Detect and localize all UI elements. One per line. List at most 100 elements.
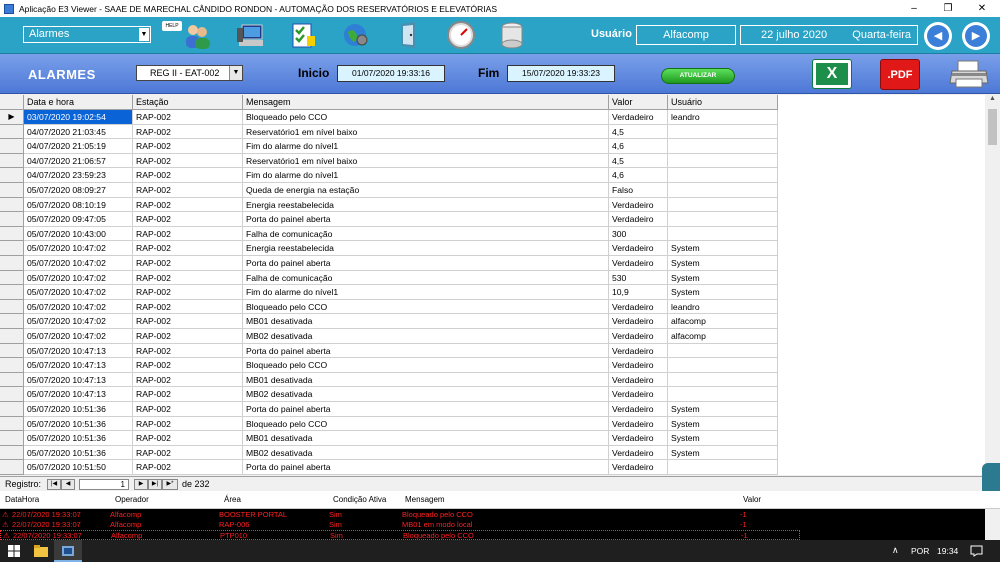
- row-selector[interactable]: [0, 197, 24, 213]
- table-cell[interactable]: 4,6: [609, 139, 668, 154]
- table-row[interactable]: 05/07/2020 10:47:02 RAP-002 Bloqueado pelo…: [0, 299, 778, 315]
- table-cell[interactable]: RAP-002: [133, 139, 243, 154]
- prev-record-button[interactable]: ◀: [61, 479, 75, 490]
- alarm-column-header[interactable]: Mensagem: [405, 495, 445, 504]
- table-cell[interactable]: Fim do alarme do nível1: [243, 168, 609, 183]
- table-cell[interactable]: System: [668, 256, 778, 271]
- row-selector[interactable]: [0, 358, 24, 373]
- forward-button[interactable]: ▶: [962, 22, 990, 50]
- row-selector[interactable]: ▶: [0, 110, 24, 125]
- scroll-up-icon[interactable]: ▲: [985, 95, 1000, 107]
- table-cell[interactable]: [668, 197, 778, 213]
- table-cell[interactable]: 05/07/2020 10:51:50: [24, 460, 133, 475]
- table-cell[interactable]: [668, 139, 778, 154]
- globe-icon[interactable]: [340, 20, 370, 50]
- table-cell[interactable]: [668, 212, 778, 227]
- row-selector[interactable]: [0, 226, 24, 242]
- table-cell[interactable]: RAP-002: [133, 299, 243, 315]
- table-cell[interactable]: RAP-002: [133, 212, 243, 227]
- minimize-button[interactable]: –: [896, 0, 932, 17]
- table-cell[interactable]: 530: [609, 270, 668, 286]
- back-button[interactable]: ◀: [924, 22, 952, 50]
- language-indicator[interactable]: POR: [911, 546, 929, 556]
- table-cell[interactable]: RAP-002: [133, 241, 243, 256]
- pdf-export-button[interactable]: .PDF: [880, 59, 920, 90]
- table-cell[interactable]: 05/07/2020 10:47:02: [24, 299, 133, 315]
- row-selector[interactable]: [0, 241, 24, 256]
- table-cell[interactable]: MB01 desativada: [243, 314, 609, 329]
- table-cell[interactable]: Energia reestabelecida: [243, 241, 609, 256]
- table-cell[interactable]: Falso: [609, 183, 668, 198]
- table-cell[interactable]: System: [668, 270, 778, 286]
- row-selector[interactable]: [0, 285, 24, 300]
- table-cell[interactable]: Verdadeiro: [609, 416, 668, 432]
- table-cell[interactable]: RAP-002: [133, 124, 243, 140]
- table-cell[interactable]: Verdadeiro: [609, 343, 668, 359]
- alarm-column-header[interactable]: Condição Ativa: [333, 495, 386, 504]
- table-cell[interactable]: [668, 168, 778, 183]
- table-cell[interactable]: 04/07/2020 21:03:45: [24, 124, 133, 140]
- table-cell[interactable]: RAP-002: [133, 372, 243, 388]
- table-cell[interactable]: 05/07/2020 10:47:02: [24, 241, 133, 256]
- table-cell[interactable]: RAP-002: [133, 197, 243, 213]
- column-header[interactable]: Mensagem: [243, 95, 609, 110]
- table-row[interactable]: 05/07/2020 08:10:19 RAP-002 Energia reesta…: [0, 197, 778, 213]
- alarm-column-header[interactable]: DataHora: [5, 495, 39, 504]
- table-row[interactable]: 05/07/2020 10:47:13 RAP-002 Porta do paine…: [0, 343, 778, 359]
- table-cell[interactable]: 05/07/2020 10:51:36: [24, 416, 133, 432]
- row-selector[interactable]: [0, 153, 24, 169]
- file-explorer-icon[interactable]: [28, 540, 54, 562]
- table-row[interactable]: ▶ 03/07/2020 19:02:54 RAP-002 Bloqueado pel…: [0, 110, 778, 125]
- table-cell[interactable]: 4,5: [609, 153, 668, 169]
- row-selector[interactable]: [0, 460, 24, 475]
- table-cell[interactable]: Verdadeiro: [609, 329, 668, 344]
- row-selector[interactable]: [0, 402, 24, 417]
- alarm-column-header[interactable]: Operador: [115, 495, 149, 504]
- table-cell[interactable]: MB01 desativada: [243, 431, 609, 446]
- row-selector[interactable]: [0, 139, 24, 154]
- table-cell[interactable]: RAP-002: [133, 358, 243, 373]
- table-cell[interactable]: 04/07/2020 21:06:57: [24, 153, 133, 169]
- table-cell[interactable]: System: [668, 285, 778, 300]
- table-cell[interactable]: Verdadeiro: [609, 445, 668, 461]
- table-cell[interactable]: 4,5: [609, 124, 668, 140]
- column-header[interactable]: Valor: [609, 95, 668, 110]
- table-cell[interactable]: Bloqueado pelo CCO: [243, 416, 609, 432]
- row-selector[interactable]: [0, 299, 24, 315]
- clock[interactable]: 19:34: [937, 546, 958, 556]
- table-cell[interactable]: Verdadeiro: [609, 460, 668, 475]
- table-cell[interactable]: Verdadeiro: [609, 110, 668, 125]
- table-cell[interactable]: Verdadeiro: [609, 358, 668, 373]
- table-row[interactable]: 05/07/2020 10:51:50 RAP-002 Porta do paine…: [0, 460, 778, 475]
- tank-icon[interactable]: [497, 20, 527, 50]
- alarm-row[interactable]: ⚠ 22/07/2020 19:33:07 Alfacomp PTP010 Sim Blo…: [0, 530, 800, 540]
- table-cell[interactable]: 05/07/2020 10:51:36: [24, 431, 133, 446]
- table-cell[interactable]: Verdadeiro: [609, 314, 668, 329]
- table-cell[interactable]: RAP-002: [133, 270, 243, 286]
- table-cell[interactable]: 05/07/2020 10:43:00: [24, 226, 133, 242]
- table-cell[interactable]: 05/07/2020 10:47:02: [24, 270, 133, 286]
- table-cell[interactable]: 300: [609, 226, 668, 242]
- table-cell[interactable]: Queda de energia na estação: [243, 183, 609, 198]
- table-cell[interactable]: System: [668, 431, 778, 446]
- row-selector[interactable]: [0, 212, 24, 227]
- table-row[interactable]: 05/07/2020 10:51:36 RAP-002 Bloqueado pelo…: [0, 416, 778, 432]
- table-row[interactable]: 05/07/2020 10:51:36 RAP-002 MB01 desativad…: [0, 431, 778, 446]
- refresh-button[interactable]: ATUALIZAR: [661, 68, 735, 84]
- table-cell[interactable]: RAP-002: [133, 168, 243, 183]
- row-selector[interactable]: [0, 343, 24, 359]
- table-cell[interactable]: Falha de comunicação: [243, 226, 609, 242]
- table-row[interactable]: 05/07/2020 10:47:02 RAP-002 MB02 desativad…: [0, 329, 778, 344]
- table-cell[interactable]: RAP-002: [133, 226, 243, 242]
- close-button[interactable]: ✕: [964, 0, 1000, 17]
- table-cell[interactable]: RAP-002: [133, 460, 243, 475]
- table-cell[interactable]: 05/07/2020 10:47:13: [24, 358, 133, 373]
- table-cell[interactable]: 10,9: [609, 285, 668, 300]
- table-cell[interactable]: 05/07/2020 08:10:19: [24, 197, 133, 213]
- table-row[interactable]: 05/07/2020 10:47:13 RAP-002 MB01 desativad…: [0, 372, 778, 388]
- row-selector[interactable]: [0, 168, 24, 183]
- table-cell[interactable]: [668, 372, 778, 388]
- table-row[interactable]: 04/07/2020 21:06:57 RAP-002 Reservatório1 …: [0, 153, 778, 169]
- next-record-button[interactable]: ▶: [134, 479, 148, 490]
- table-cell[interactable]: RAP-002: [133, 445, 243, 461]
